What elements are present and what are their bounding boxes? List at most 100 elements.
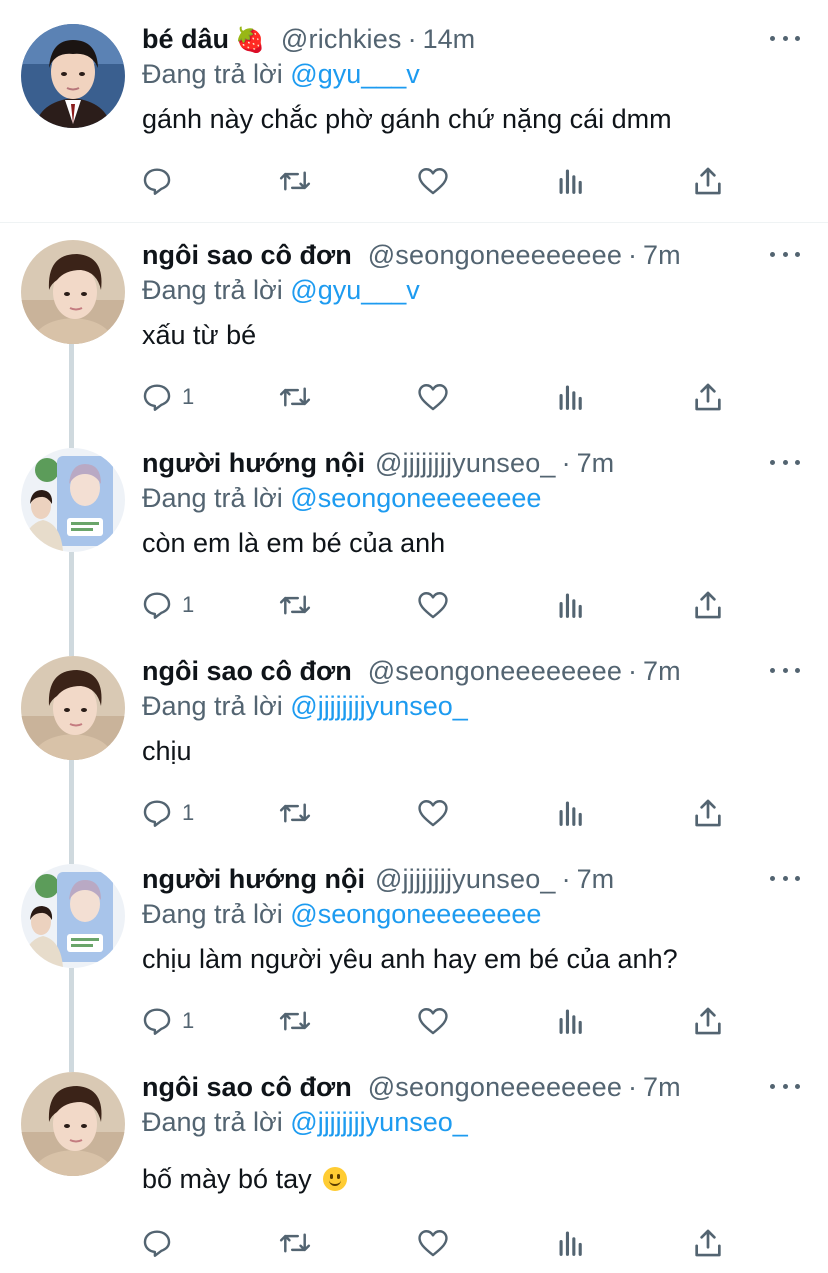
like-button[interactable] — [416, 164, 450, 198]
tweet-text: chịu làm người yêu anh hay em bé của anh… — [142, 944, 678, 974]
views-button[interactable] — [554, 380, 588, 414]
reply-icon — [143, 592, 171, 619]
reply-button[interactable] — [140, 1226, 182, 1260]
separator-dot: · — [628, 1072, 638, 1102]
retweet-icon — [279, 1233, 311, 1253]
mention-link[interactable]: @seongoneeeeeeee — [290, 483, 541, 513]
share-button[interactable] — [691, 164, 725, 198]
replying-to: Đang trả lời @gyu___v — [142, 59, 420, 90]
reply-icon — [143, 384, 171, 411]
display-name[interactable]: ngôi sao cô đơn — [142, 240, 352, 271]
more-options-icon[interactable] — [770, 660, 800, 680]
display-name[interactable]: ngôi sao cô đơn — [142, 1072, 352, 1103]
like-button[interactable] — [416, 1004, 450, 1038]
more-options-icon[interactable] — [770, 244, 800, 264]
more-options-icon[interactable] — [770, 1076, 800, 1096]
retweet-button[interactable] — [277, 1004, 313, 1038]
display-name[interactable]: người hướng nội — [142, 448, 365, 479]
views-button[interactable] — [554, 1226, 588, 1260]
more-options-icon[interactable] — [770, 452, 800, 472]
timestamp[interactable]: 7m — [643, 656, 681, 687]
tweet-header: ngôi sao cô đơn @seongoneeeeeeee · 7m — [142, 240, 681, 274]
share-button[interactable] — [691, 1004, 725, 1038]
user-handle[interactable]: @seongoneeeeeeee — [368, 240, 622, 271]
views-button[interactable] — [554, 588, 588, 622]
display-name[interactable]: người hướng nội — [142, 864, 365, 895]
timestamp[interactable]: 7m — [643, 240, 681, 271]
replying-to: Đang trả lời @seongoneeeeeeee — [142, 899, 541, 930]
retweet-button[interactable] — [277, 588, 313, 622]
avatar[interactable] — [21, 1072, 125, 1176]
timestamp[interactable]: 14m — [423, 24, 476, 55]
retweet-button[interactable] — [277, 796, 313, 830]
reply-button[interactable] — [140, 164, 182, 198]
replying-to-label: Đang trả lời — [142, 899, 283, 929]
like-button[interactable] — [416, 588, 450, 622]
timestamp[interactable]: 7m — [577, 448, 615, 479]
heart-icon — [418, 1230, 448, 1257]
tweet-header: người hướng nội @jjjjjjjjyunseo_ · 7m — [142, 864, 614, 898]
user-handle[interactable]: @jjjjjjjjyunseo_ — [375, 864, 556, 895]
avatar[interactable] — [21, 864, 125, 968]
more-options-icon[interactable] — [770, 28, 800, 48]
tweet[interactable]: người hướng nội @jjjjjjjjyunseo_ · 7m Đa… — [0, 448, 828, 656]
slightly-smiling-emoji-icon — [323, 1167, 348, 1191]
user-handle[interactable]: @seongoneeeeeeee — [368, 1072, 622, 1103]
reply-button[interactable]: 1 — [140, 1004, 194, 1038]
share-icon — [695, 1007, 721, 1035]
like-button[interactable] — [416, 380, 450, 414]
action-bar: 1 — [140, 1004, 730, 1038]
tweet-feed: bé dâu 🍓 @richkies · 14m Đang trả lời @g… — [0, 0, 828, 1273]
mention-link[interactable]: @gyu___v — [290, 275, 420, 305]
replying-to-label: Đang trả lời — [142, 691, 283, 721]
tweet-text: còn em là em bé của anh — [142, 528, 446, 558]
reply-button[interactable]: 1 — [140, 588, 194, 622]
views-button[interactable] — [554, 1004, 588, 1038]
mention-link[interactable]: @gyu___v — [290, 59, 420, 89]
like-button[interactable] — [416, 1226, 450, 1260]
like-button[interactable] — [416, 796, 450, 830]
retweet-button[interactable] — [277, 164, 313, 198]
mention-link[interactable]: @jjjjjjjjyunseo_ — [290, 691, 467, 721]
user-handle[interactable]: @jjjjjjjjyunseo_ — [375, 448, 556, 479]
timestamp[interactable]: 7m — [577, 864, 615, 895]
tweet[interactable]: người hướng nội @jjjjjjjjyunseo_ · 7m Đa… — [0, 864, 828, 1072]
display-name[interactable]: ngôi sao cô đơn — [142, 656, 352, 687]
tweet[interactable]: bé dâu 🍓 @richkies · 14m Đang trả lời @g… — [0, 24, 828, 222]
replying-to: Đang trả lời @jjjjjjjjyunseo_ — [142, 1107, 468, 1138]
avatar[interactable] — [21, 448, 125, 552]
share-button[interactable] — [691, 796, 725, 830]
retweet-button[interactable] — [277, 380, 313, 414]
views-button[interactable] — [554, 796, 588, 830]
share-icon — [695, 1229, 721, 1257]
reply-button[interactable]: 1 — [140, 796, 194, 830]
views-button[interactable] — [554, 164, 588, 198]
mention-link[interactable]: @seongoneeeeeeee — [290, 899, 541, 929]
strawberry-emoji-icon: 🍓 — [235, 27, 265, 54]
user-handle[interactable]: @richkies — [281, 24, 402, 55]
reply-button[interactable]: 1 — [140, 380, 194, 414]
retweet-button[interactable] — [277, 1226, 313, 1260]
avatar[interactable] — [21, 24, 125, 128]
reply-count: 1 — [182, 384, 195, 409]
tweet[interactable]: ngôi sao cô đơn @seongoneeeeeeee · 7m Đa… — [0, 1072, 828, 1273]
more-options-icon[interactable] — [770, 868, 800, 888]
reply-icon — [143, 168, 171, 195]
display-name[interactable]: bé dâu — [142, 24, 229, 55]
tweet[interactable]: ngôi sao cô đơn @seongoneeeeeeee · 7m Đa… — [0, 240, 828, 448]
heart-icon — [418, 592, 448, 619]
tweet[interactable]: ngôi sao cô đơn @seongoneeeeeeee · 7m Đa… — [0, 656, 828, 864]
separator-dot: · — [561, 864, 571, 894]
retweet-icon — [279, 595, 311, 615]
heart-icon — [418, 168, 448, 195]
avatar[interactable] — [21, 240, 125, 344]
analytics-icon — [559, 801, 582, 826]
separator-dot: · — [407, 24, 417, 54]
share-button[interactable] — [691, 588, 725, 622]
user-handle[interactable]: @seongoneeeeeeee — [368, 656, 622, 687]
share-button[interactable] — [691, 380, 725, 414]
avatar[interactable] — [21, 656, 125, 760]
timestamp[interactable]: 7m — [643, 1072, 681, 1103]
share-button[interactable] — [691, 1226, 725, 1260]
mention-link[interactable]: @jjjjjjjjyunseo_ — [290, 1107, 467, 1137]
